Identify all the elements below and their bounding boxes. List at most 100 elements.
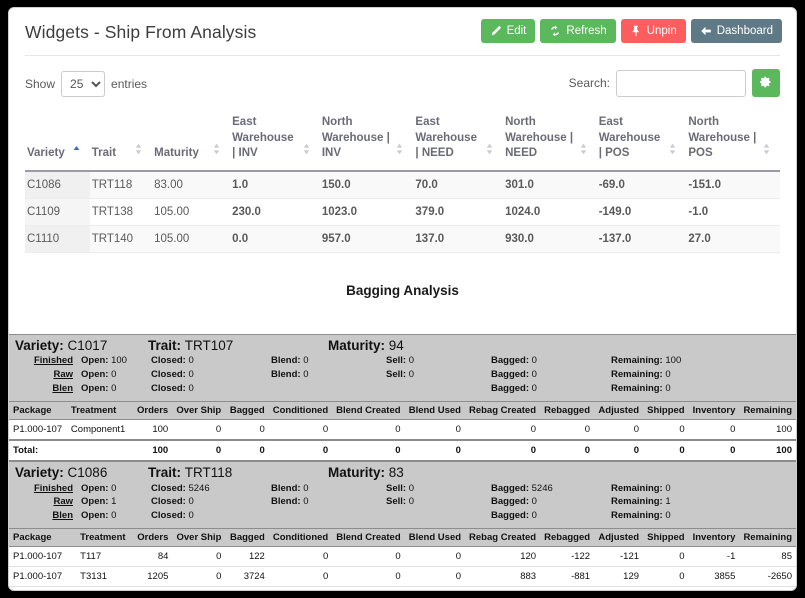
dashboard-button[interactable]: Dashboard (690, 19, 782, 43)
closed-label: Closed: (151, 496, 186, 508)
closed-value: 0 (188, 369, 194, 381)
cell-blend-created: 0 (332, 419, 405, 441)
trait-value: TRT118 (184, 464, 233, 480)
search-label: Search: (568, 76, 610, 90)
bagging-detail-body: P1.000-107 Component1 100 0 0 0 0 0 0 0 … (9, 419, 796, 461)
cell-rebagged: 0 (540, 419, 595, 441)
refresh-button-label: Refresh (566, 25, 607, 37)
blend-value: 0 (303, 369, 309, 381)
blend-label: Blend: (271, 369, 301, 381)
col-east-warehouse-inv[interactable]: East Warehouse | INV (230, 111, 320, 172)
entries-label: entries (111, 77, 148, 91)
sort-both-icon (486, 143, 493, 162)
dtl-col-conditioned: Conditioned (268, 528, 333, 547)
cell-east-inv: 230.0 (230, 198, 320, 226)
cell-blend-created: 0 (332, 586, 405, 590)
edit-button[interactable]: Edit (480, 19, 536, 43)
remaining-value: 0 (665, 369, 671, 381)
settings-button[interactable] (752, 69, 780, 97)
cell-adjusted: 0 (594, 419, 644, 441)
remaining-label: Remaining: (611, 482, 663, 494)
remaining-value: 0 (665, 510, 671, 522)
table-row: P1.000-107 Component1 100 0 0 0 0 0 0 0 … (9, 419, 796, 441)
blend-value: 0 (303, 482, 309, 494)
cell-east-need: 379.0 (413, 198, 504, 226)
table-row[interactable]: C1086 TRT118 83.00 1.0 150.0 70.0 301.0 … (25, 170, 780, 199)
col-east-warehouse-inv-label: East Warehouse | INV (232, 116, 294, 160)
sell-value: 0 (408, 355, 414, 367)
bagging-block-identity: Variety: C1086 Trait: TRT118 Maturity: 8… (15, 465, 790, 482)
sell-label: Sell: (386, 496, 407, 508)
open-label: Open: (81, 510, 109, 522)
refresh-button[interactable]: Refresh (540, 19, 616, 43)
dtl-col-inventory: Inventory (688, 401, 740, 420)
table-row: P50.000-111 T3131 300 0 1400 0 0 0 300 -… (9, 586, 796, 590)
cell-east-pos: -149.0 (596, 198, 687, 226)
search-input[interactable] (616, 69, 746, 97)
cell-package: P50.000-111 (9, 586, 77, 590)
arrow-left-icon (700, 25, 712, 37)
unpin-button[interactable]: Unpin (620, 19, 686, 43)
dtl-col-over-ship: Over Ship (172, 401, 226, 420)
dtl-col-remaining: Remaining (739, 401, 796, 420)
open-value: 0 (111, 369, 117, 381)
sell-value: 0 (408, 369, 414, 381)
bagging-analysis-section: Variety: C1017 Trait: TRT107 Maturity: 9… (9, 333, 796, 590)
cell-total-label: Total: (9, 438, 67, 461)
bagging-analysis-title: Bagging Analysis (346, 282, 459, 298)
closed-label: Closed: (151, 369, 186, 381)
sort-both-icon (580, 143, 587, 162)
summary-row-kind: Blen (52, 510, 73, 522)
bagging-block-header: Variety: C1017 Trait: TRT107 Maturity: 9… (9, 333, 796, 402)
page-length-control: Show 25 entries (25, 71, 147, 97)
bagged-value: 0 (531, 369, 537, 381)
bagged-label: Bagged: (491, 482, 529, 494)
cell-variety: C1110 (25, 225, 90, 253)
cell-north-inv: 150.0 (319, 170, 414, 199)
summary-row-kind: Raw (53, 369, 73, 381)
cell-north-inv: 957.0 (319, 225, 414, 253)
search-control: Search: (569, 69, 780, 97)
page-length-select[interactable]: 25 (61, 71, 106, 97)
blend-value: 0 (303, 355, 309, 367)
col-maturity[interactable]: Maturity (152, 111, 231, 172)
cell-blend-created: 0 (332, 546, 405, 567)
col-trait[interactable]: Trait (89, 111, 153, 172)
cell-north-pos: -1.0 (686, 198, 780, 226)
col-variety[interactable]: Variety (25, 111, 90, 172)
cell-orders: 100 (132, 438, 173, 461)
ship-from-table-body: C1086 TRT118 83.00 1.0 150.0 70.0 301.0 … (25, 170, 780, 253)
cell-treatment: Component1 (66, 419, 133, 441)
col-north-warehouse-need[interactable]: North Warehouse | NEED (503, 111, 597, 172)
cell-treatment: T3131 (76, 586, 133, 590)
cell-bagged: 0 (225, 438, 269, 461)
cell-trait: TRT138 (89, 198, 153, 226)
cell-treatment (66, 438, 133, 461)
cell-shipped: 0 (643, 566, 689, 587)
col-east-warehouse-pos-label: East Warehouse | POS (598, 116, 661, 160)
cell-blend-used: 0 (404, 546, 466, 567)
table-header-row: Package Treatment Orders Over Ship Bagge… (9, 401, 796, 420)
bagging-detail-body: P1.000-107 T117 84 0 122 0 0 0 120 -122 … (9, 546, 796, 590)
trait-label: Trait: (148, 464, 182, 480)
cell-rebagged: -881 (540, 566, 595, 587)
col-east-warehouse-pos[interactable]: East Warehouse | POS (596, 111, 687, 172)
table-row[interactable]: C1109 TRT138 105.00 230.0 1023.0 379.0 1… (25, 198, 780, 226)
cell-rebagged: -122 (540, 546, 595, 567)
col-north-warehouse-inv[interactable]: North Warehouse | INV (319, 111, 414, 172)
variety-value: C1086 (67, 464, 108, 480)
dtl-col-rebag-created: Rebag Created (464, 401, 541, 420)
edit-button-label: Edit (506, 25, 527, 37)
bagging-block: Variety: C1086 Trait: TRT118 Maturity: 8… (9, 460, 796, 590)
sort-both-icon (213, 143, 220, 162)
blend-label: Blend: (271, 355, 301, 367)
bagged-value: 0 (531, 510, 537, 522)
dtl-col-treatment: Treatment (66, 401, 133, 420)
cell-shipped: 0 (643, 438, 689, 461)
dtl-col-orders: Orders (132, 401, 173, 420)
summary-row-finished: Finished Open: 100 Closed: 0 Blend: 0 Se… (15, 354, 790, 368)
col-east-warehouse-need[interactable]: East Warehouse | NEED (413, 111, 504, 172)
col-trait-label: Trait (91, 147, 117, 160)
table-row[interactable]: C1110 TRT140 105.00 0.0 957.0 137.0 930.… (25, 225, 780, 253)
col-north-warehouse-pos[interactable]: North Warehouse | POS (686, 111, 780, 172)
